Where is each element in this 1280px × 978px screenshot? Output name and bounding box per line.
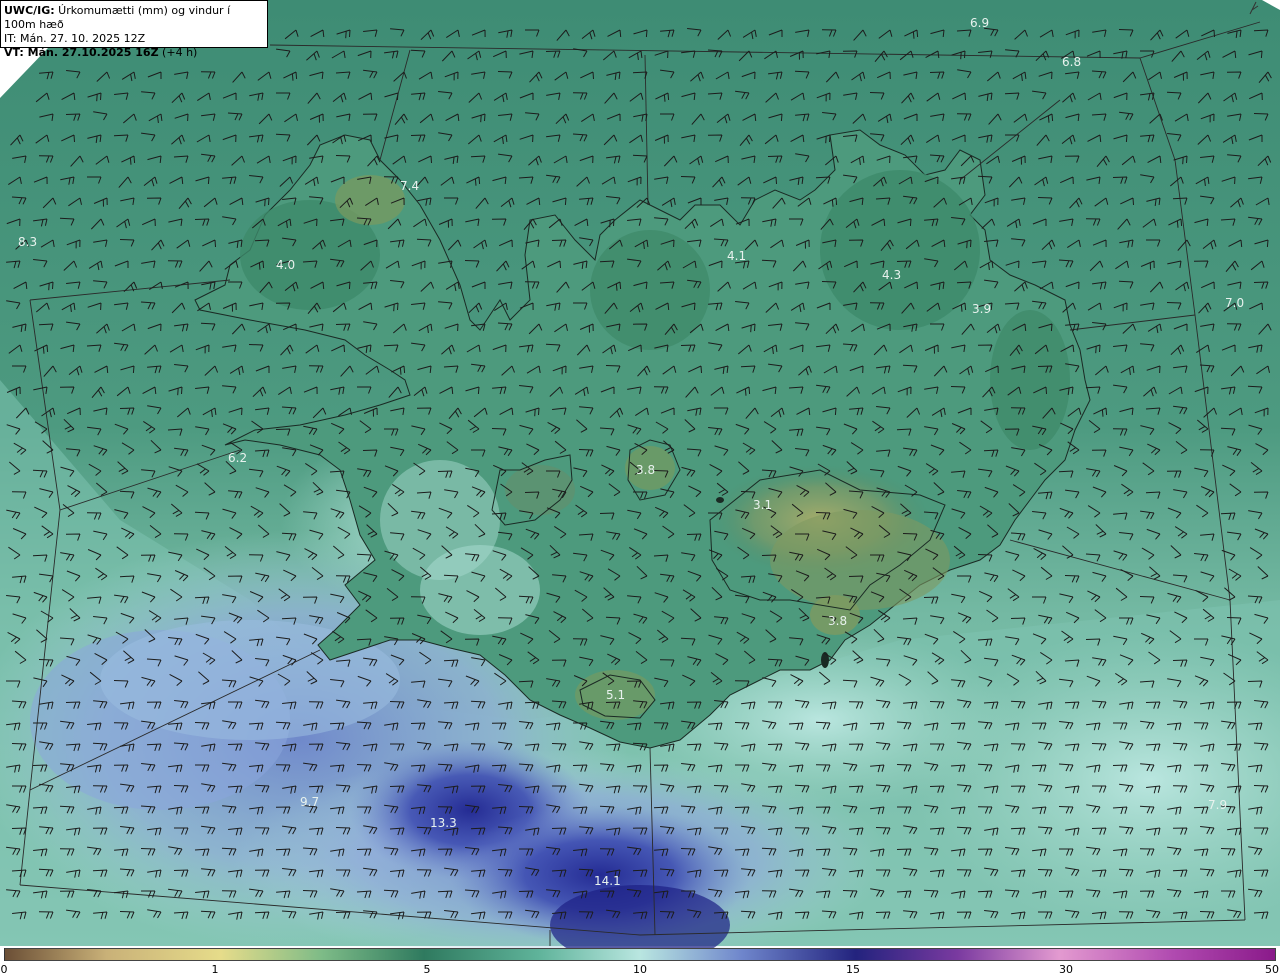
colorbar-strip (4, 948, 1276, 961)
label-south-sea-1: 13.3 (430, 816, 457, 830)
label-north-sea-1: 6.9 (970, 16, 989, 30)
label-east-1: 3.9 (972, 302, 991, 316)
label-central: 3.8 (636, 463, 655, 477)
init-time: IT: Mán. 27. 10. 2025 12Z (4, 32, 146, 45)
label-north-central: 4.1 (727, 249, 746, 263)
valid-time-line: VT: Mán. 27.10.2025 16Z (+4 h) (4, 46, 264, 60)
label-southeast-sea: 7.9 (1208, 798, 1227, 812)
colorbar-tick-15: 15 (846, 963, 860, 976)
colorbar-tick-30: 30 (1059, 963, 1073, 976)
label-southeast: 3.8 (828, 614, 847, 628)
colorbar-tick-0: 0 (0, 963, 8, 976)
colorbar-tick-5: 5 (423, 963, 431, 976)
precipitation-wind-map: 4.0 7.4 8.3 6.9 6.8 4.1 4.3 3.9 7.0 6.2 … (0, 0, 1280, 978)
map-info-box: UWC/IG: Úrkomumætti (mm) og vindur í 100… (0, 0, 268, 59)
colorbar-tick-50: 50 (1265, 963, 1279, 976)
label-west-2: 6.2 (228, 451, 247, 465)
label-westfjords: 4.0 (276, 258, 295, 272)
lead-time: (+4 h) (158, 46, 198, 59)
product-line: UWC/IG: Úrkomumætti (mm) og vindur í 100… (4, 4, 264, 32)
product-prefix: UWC/IG: (4, 4, 55, 17)
colorbar-tick-10: 10 (633, 963, 647, 976)
colorbar: 0 1 5 10 15 30 50 (0, 948, 1280, 978)
valid-time: VT: Mán. 27.10.2025 16Z (4, 46, 159, 59)
label-south: 5.1 (606, 688, 625, 702)
label-vatnajokull: 3.1 (753, 498, 772, 512)
label-northwest: 7.4 (400, 179, 419, 193)
label-southwest-sea: 9.7 (300, 795, 319, 809)
colorbar-tick-1: 1 (211, 963, 219, 976)
label-west-sea: 8.3 (18, 235, 37, 249)
label-northeast: 4.3 (882, 268, 901, 282)
label-south-sea-2: 14.1 (594, 874, 621, 888)
label-north-sea-2: 6.8 (1062, 55, 1081, 69)
label-east-sea: 7.0 (1225, 296, 1244, 310)
